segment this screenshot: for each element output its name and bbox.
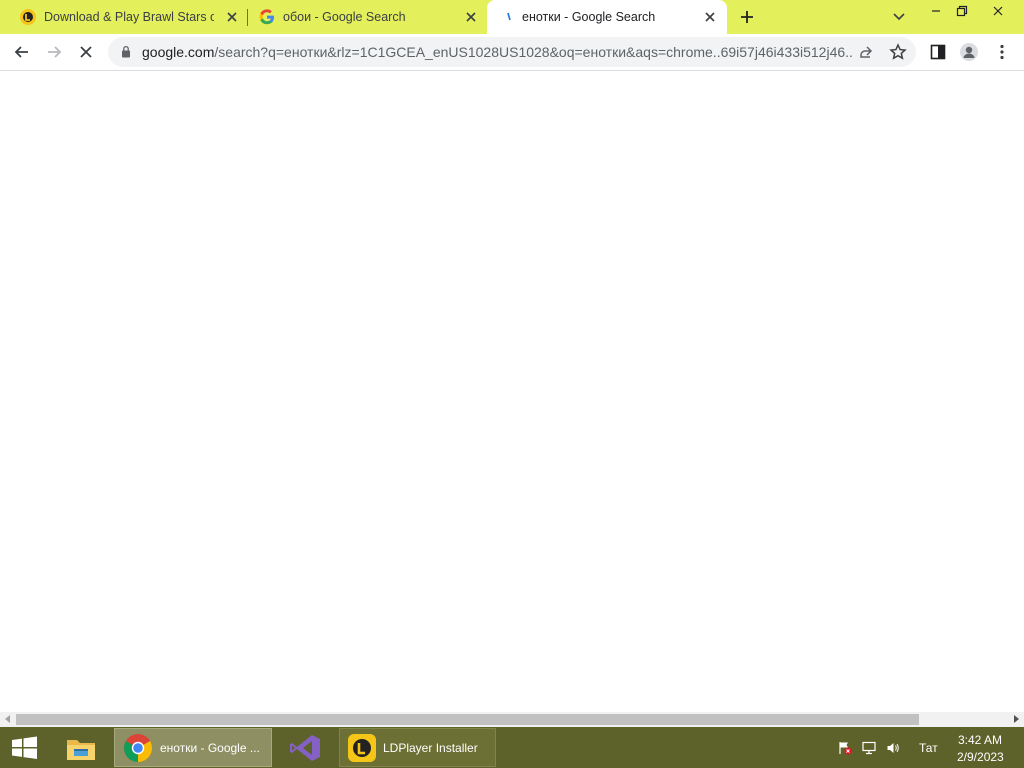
windows-start-icon[interactable] — [0, 727, 48, 768]
clock-date[interactable]: 2/9/2023 — [957, 750, 1004, 764]
share-icon[interactable] — [857, 43, 875, 61]
scrollbar-thumb[interactable] — [16, 714, 919, 725]
more-menu-icon[interactable] — [993, 43, 1011, 61]
visual-studio-icon — [290, 735, 320, 761]
address-bar[interactable]: google.com/search?q=енотки&rlz=1C1GCEA_e… — [108, 37, 916, 67]
ldplayer-icon — [20, 9, 36, 25]
stop-loading-icon[interactable] — [77, 43, 95, 61]
network-icon[interactable] — [862, 741, 876, 755]
browser-toolbar: google.com/search?q=енотки&rlz=1C1GCEA_e… — [0, 34, 1024, 71]
taskbar-ldplayer-installer[interactable]: LDPlayer Installer — [339, 728, 496, 767]
chrome-icon — [124, 734, 152, 762]
horizontal-scrollbar[interactable] — [0, 712, 1024, 727]
taskbar-item-label: LDPlayer Installer — [383, 741, 478, 755]
close-window-icon[interactable] — [991, 4, 1005, 18]
clock-time[interactable]: 3:42 AM — [958, 733, 1002, 747]
close-tab-icon[interactable] — [225, 10, 239, 24]
restore-icon[interactable] — [955, 4, 969, 18]
tab-strip: Download & Play Brawl Stars on обои - Go… — [0, 0, 1024, 34]
url-domain: google.com — [142, 44, 215, 60]
new-tab-icon[interactable] — [739, 9, 755, 25]
google-g-icon — [259, 9, 274, 25]
scroll-left-icon[interactable] — [5, 715, 10, 723]
taskbar-chrome[interactable]: енотки - Google ... — [114, 728, 272, 767]
page-content — [0, 72, 1024, 712]
taskbar-visual-studio[interactable] — [280, 728, 330, 767]
scroll-right-icon[interactable] — [1014, 715, 1019, 723]
taskbar-item-label: енотки - Google ... — [160, 741, 260, 755]
tab-enotki-search[interactable]: енотки - Google Search — [487, 0, 727, 34]
tab-separator — [247, 9, 248, 26]
bookmark-star-icon[interactable] — [889, 43, 907, 61]
tab-title: обои - Google Search — [283, 10, 406, 24]
tab-oboi-search[interactable]: обои - Google Search — [249, 0, 487, 34]
ldplayer-icon — [348, 734, 376, 762]
close-tab-icon[interactable] — [703, 10, 717, 24]
file-explorer-icon — [67, 740, 95, 760]
url-text[interactable]: google.com/search?q=енотки&rlz=1C1GCEA_e… — [142, 44, 852, 60]
url-path: /search?q=енотки&rlz=1C1GCEA_enUS1028US1… — [214, 44, 852, 60]
loading-icon — [507, 12, 511, 21]
back-icon[interactable] — [13, 43, 31, 61]
input-language[interactable]: Тат — [919, 741, 938, 755]
tab-title: енотки - Google Search — [522, 10, 656, 24]
volume-icon[interactable] — [886, 741, 900, 755]
tab-title: Download & Play Brawl Stars on — [44, 10, 214, 24]
forward-icon[interactable] — [45, 43, 63, 61]
minimize-icon[interactable] — [929, 4, 943, 18]
windows-taskbar: енотки - Google ... LDPlayer Installer Т… — [0, 727, 1024, 768]
chevron-down-icon[interactable] — [892, 11, 906, 23]
tab-brawl-stars[interactable]: Download & Play Brawl Stars on — [0, 0, 248, 34]
lock-icon[interactable] — [121, 45, 131, 58]
profile-avatar-icon[interactable] — [960, 43, 978, 61]
close-tab-icon[interactable] — [464, 10, 478, 24]
action-center-flag-icon[interactable] — [838, 741, 852, 755]
side-panel-icon[interactable] — [929, 43, 947, 61]
taskbar-file-explorer[interactable] — [57, 728, 105, 767]
